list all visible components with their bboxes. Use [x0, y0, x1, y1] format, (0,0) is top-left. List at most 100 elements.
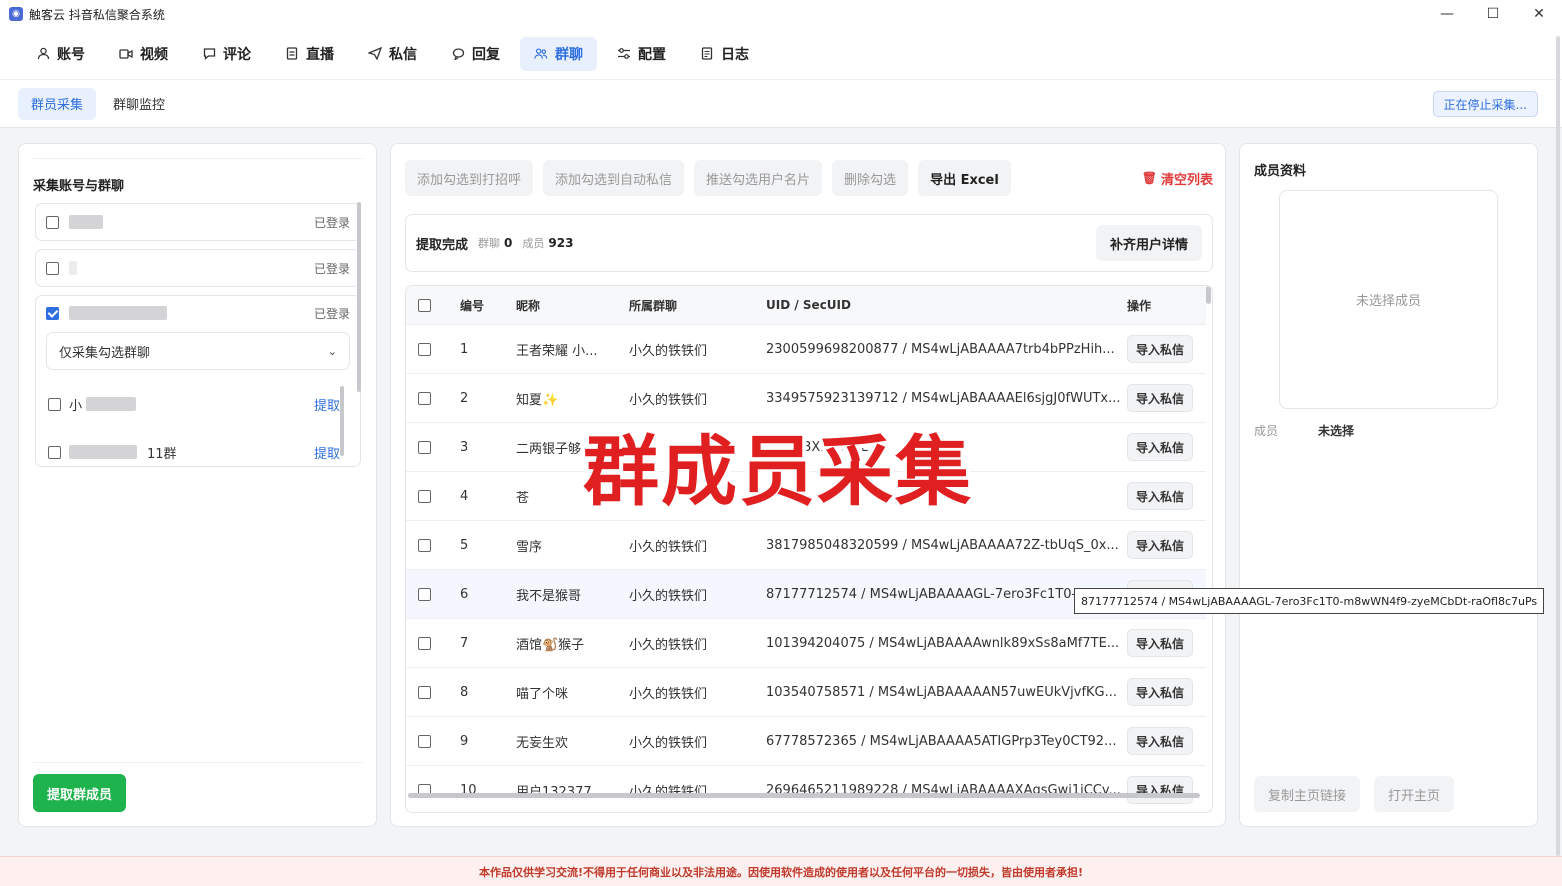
group-name: 小 [69, 395, 137, 414]
import-message-button[interactable]: 导入私信 [1127, 482, 1194, 510]
group-checkbox[interactable] [48, 445, 61, 459]
row-nickname: 喵了个咪 [516, 686, 569, 702]
row-checkbox[interactable] [418, 636, 431, 650]
row-checkbox[interactable] [418, 734, 431, 748]
panel-title: 采集账号与群聊 [33, 158, 363, 194]
row-checkbox[interactable] [418, 489, 431, 503]
table-vertical-scrollbar[interactable] [1206, 286, 1211, 304]
row-nickname: 我不是猴哥 [516, 588, 582, 604]
table-row[interactable]: 9 无妄生欢 小久的铁铁们 67778572365 / MS4wLjABAAAA5AT… [406, 716, 1206, 765]
import-message-button[interactable]: 导入私信 [1127, 433, 1194, 461]
tab-config[interactable]: 配置 [603, 37, 680, 71]
row-checkbox[interactable] [418, 440, 431, 454]
table-row[interactable]: 1 王者荣耀 小... 小久的铁铁们 2300599698200877 / MS4wL… [406, 324, 1206, 373]
tab-comment[interactable]: 评论 [188, 37, 265, 71]
stop-collect-button[interactable]: 正在停止采集... [1432, 91, 1538, 117]
row-no: 3 [460, 439, 469, 455]
row-checkbox[interactable] [418, 587, 431, 601]
app-logo-icon: ◉ [9, 7, 23, 21]
row-group: 小久的铁铁们 [629, 686, 708, 702]
row-uid: 87177712574 / MS4wLjABAAAAGL-7ero3Fc1T0-… [766, 586, 1102, 602]
export-excel-button[interactable]: 导出 Excel [918, 160, 1011, 196]
tab-log[interactable]: 日志 [686, 37, 763, 71]
close-button[interactable]: ✕ [1516, 0, 1562, 28]
maximize-button[interactable]: ☐ [1470, 0, 1516, 28]
extract-members-button[interactable]: 提取群成员 [33, 774, 127, 812]
row-checkbox[interactable] [418, 342, 431, 356]
table-horizontal-scrollbar[interactable] [408, 793, 1200, 798]
member-count: 923 [548, 236, 574, 250]
tab-account[interactable]: 账号 [22, 37, 99, 71]
tab-group-monitor[interactable]: 群聊监控 [100, 88, 178, 120]
fill-user-details-button[interactable]: 补齐用户详情 [1095, 225, 1202, 261]
video-icon [119, 47, 133, 61]
row-group: 小久的铁铁们 [629, 588, 708, 604]
add-to-auto-message-button[interactable]: 添加勾选到自动私信 [543, 160, 685, 196]
extract-group-link[interactable]: 提取 [314, 395, 340, 414]
table-header: 编号 昵称 所属群聊 UID / SecUID 操作 [406, 286, 1206, 324]
account-checkbox[interactable] [46, 215, 59, 229]
tab-video[interactable]: 视频 [105, 37, 182, 71]
account-checkbox[interactable] [46, 261, 59, 275]
row-no: 4 [460, 488, 469, 504]
member-avatar-placeholder: 未选择成员 [1279, 190, 1498, 409]
import-message-button[interactable]: 导入私信 [1127, 335, 1194, 363]
header-no: 编号 [460, 298, 485, 313]
account-checkbox[interactable] [46, 306, 59, 320]
row-no: 6 [460, 586, 469, 602]
import-message-button[interactable]: 导入私信 [1127, 629, 1194, 657]
trash-icon: 🗑 [1141, 171, 1157, 185]
reply-icon [451, 47, 465, 61]
account-item[interactable]: 已登录 [36, 296, 360, 330]
row-group: 小久的铁铁们 [629, 392, 708, 408]
select-all-checkbox[interactable] [418, 298, 431, 312]
title-bar: ◉ 触客云 抖音私信聚合系统 — ☐ ✕ [0, 0, 1562, 28]
import-message-button[interactable]: 导入私信 [1127, 678, 1194, 706]
group-name-redacted [69, 445, 137, 459]
table-row[interactable]: 5 雪序 小久的铁铁们 3817985048320599 / MS4wLjABAAAA… [406, 520, 1206, 569]
row-checkbox[interactable] [418, 685, 431, 699]
divider [33, 762, 363, 763]
tab-group[interactable]: 群聊 [520, 36, 597, 71]
collect-scope-select[interactable]: 仅采集勾选群聊 ⌄ [46, 332, 350, 370]
open-profile-button[interactable]: 打开主页 [1374, 776, 1455, 812]
import-message-button[interactable]: 导入私信 [1127, 727, 1194, 755]
member-table: 编号 昵称 所属群聊 UID / SecUID 操作 1 王者荣耀 小... 小久的… [405, 285, 1213, 813]
group-list-scrollbar[interactable] [340, 386, 344, 456]
account-list-scrollbar[interactable] [357, 202, 361, 392]
delete-selected-button[interactable]: 删除勾选 [832, 160, 909, 196]
table-row[interactable]: 8 喵了个咪 小久的铁铁们 103540758571 / MS4wLjABAAAAAN… [406, 667, 1206, 716]
page-scrollbar[interactable] [1556, 36, 1560, 856]
group-item[interactable]: 小 提取 [48, 389, 340, 419]
row-checkbox[interactable] [418, 538, 431, 552]
tab-message[interactable]: 私信 [354, 37, 431, 71]
tab-reply[interactable]: 回复 [437, 37, 514, 71]
tab-live[interactable]: 直播 [271, 37, 348, 71]
minimize-button[interactable]: — [1424, 0, 1470, 28]
clear-list-button[interactable]: 🗑 清空列表 [1142, 169, 1213, 188]
account-item[interactable]: 已登录 [35, 203, 361, 241]
group-item[interactable]: 11群 提取 [48, 437, 340, 467]
row-uid: 103540758571 / MS4wLjABAAAAAN57uwEUkVjvf… [766, 684, 1118, 700]
copy-profile-link-button[interactable]: 复制主页链接 [1254, 776, 1361, 812]
extract-group-link[interactable]: 提取 [314, 443, 340, 462]
table-row[interactable]: 10 用户132377... 小久的铁铁们 2696465211989228 / MS… [406, 765, 1206, 812]
import-message-button[interactable]: 导入私信 [1127, 776, 1194, 804]
group-icon [534, 47, 548, 61]
header-action: 操作 [1127, 298, 1152, 313]
row-checkbox[interactable] [418, 391, 431, 405]
group-checkbox[interactable] [48, 397, 61, 411]
import-message-button[interactable]: 导入私信 [1127, 531, 1194, 559]
push-card-button[interactable]: 推送勾选用户名片 [694, 160, 823, 196]
header-uid: UID / SecUID [766, 298, 851, 312]
import-message-button[interactable]: 导入私信 [1127, 384, 1194, 412]
row-no: 5 [460, 537, 469, 553]
table-row[interactable]: 7 酒馆🐒猴子 小久的铁铁们 101394204075 / MS4wLjABAAAAw… [406, 618, 1206, 667]
tab-member-collect[interactable]: 群员采集 [18, 87, 97, 120]
group-name-redacted [86, 397, 137, 411]
account-item[interactable]: 已登录 [35, 249, 361, 287]
add-to-greet-button[interactable]: 添加勾选到打招呼 [405, 160, 534, 196]
row-no: 8 [460, 684, 469, 700]
log-icon [700, 47, 714, 61]
row-uid: 3817985048320599 / MS4wLjABAAAA72Z-tbUqS… [766, 537, 1119, 553]
